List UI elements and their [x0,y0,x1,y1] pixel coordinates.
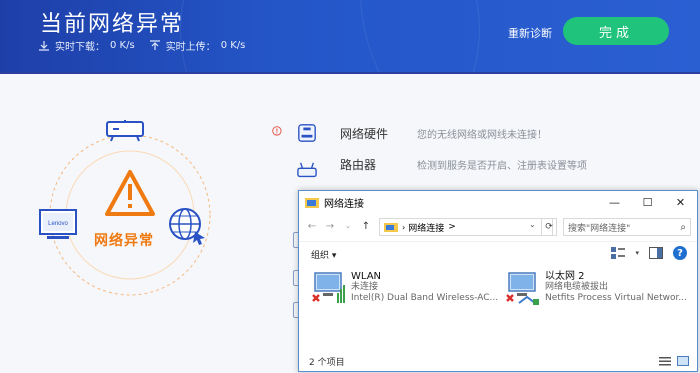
center-status-label: 网络异常 [94,233,154,249]
laptop-icon: Lenovo [39,209,77,239]
search-placeholder: 搜索"网络连接" [568,223,631,234]
connection-device: Intel(R) Dual Band Wireless-AC... [351,293,499,303]
upload-label: 实时上传： [165,42,216,53]
done-button[interactable]: 完成 [563,17,669,45]
view-controls: ▾ ? [611,246,687,260]
list-item[interactable]: WLAN 未连接 Intel(R) Dual Band Wireless-AC.… [311,271,498,307]
download-label: 实时下载： [55,42,105,53]
connection-status: 未连接 [351,282,379,292]
organize-menu[interactable]: 组织 ▾ [311,248,336,261]
error-icon [272,126,282,136]
check-name: 网络硬件 [340,126,389,141]
help-icon[interactable]: ? [673,246,687,260]
item-count: 2 个项目 [309,357,345,368]
address-row: ← → ⌄ ↑ › 网络连接 > ⌄ ⟳ 搜索"网络连接" ⌕ [299,215,697,237]
maximize-button[interactable]: ☐ [631,191,664,213]
svg-text:Lenovo: Lenovo [48,221,68,227]
upload-icon [149,39,160,50]
network-folder-icon [384,223,398,232]
search-icon: ⌕ [680,221,686,233]
breadcrumb-separator: › [402,222,406,232]
wlan-adapter-icon [311,271,347,307]
check-row-hardware: 网络硬件 您的无线网络或网线未连接！ [272,124,547,142]
network-connections-window: 网络连接 — ☐ ✕ ← → ⌄ ↑ › 网络连接 > ⌄ ⟳ 搜索"网络连接"… [298,190,698,372]
refresh-button[interactable]: ⟳ [541,218,557,236]
list-item[interactable]: 以太网 2 网络电缆被拔出 Netfits Process Virtual Ne… [505,271,687,307]
download-speed: 实时下载： 0 K/s [38,38,135,53]
connection-name: WLAN [351,271,382,282]
back-arrow-icon[interactable]: ← [303,221,321,232]
router-icon [106,120,144,142]
up-arrow-icon[interactable]: ↑ [357,221,375,232]
rediagnose-link[interactable]: 重新诊断 [508,25,552,41]
check-name: 路由器 [340,157,377,172]
connection-name: 以太网 2 [545,271,585,282]
item-text: WLAN 未连接 Intel(R) Dual Band Wireless-AC.… [351,271,498,307]
network-diagram: Lenovo [39,120,211,296]
item-text: 以太网 2 网络电缆被拔出 Netfits Process Virtual Ne… [545,271,687,307]
check-desc: 检测到服务是否开启、注册表设置等项 [417,160,587,172]
breadcrumb-separator: > [448,222,456,232]
hardware-icon [298,124,316,142]
globe-icon [169,208,205,245]
change-view-icon[interactable] [611,247,626,259]
speed-readout: 实时下载： 0 K/s 实时上传： 0 K/s [38,38,245,53]
minimize-button[interactable]: — [598,191,631,213]
address-dropdown-icon[interactable]: ⌄ [529,220,536,229]
warning-icon [105,170,155,216]
ethernet-adapter-icon [505,271,541,307]
app-header: 当前网络异常 实时下载： 0 K/s 实时上传： 0 K/s 重新诊断 完成 [0,0,700,74]
download-value: 0 K/s [110,40,135,51]
upload-value: 0 K/s [220,40,246,51]
address-bar[interactable]: › 网络连接 > [379,218,553,236]
download-icon [39,40,49,51]
check-desc: 您的无线网络或网线未连接！ [417,129,547,141]
history-dropdown-icon[interactable]: ⌄ [339,222,357,230]
details-view-icon[interactable] [659,356,671,366]
large-icons-view-icon[interactable] [677,356,689,366]
forward-arrow-icon[interactable]: → [321,221,339,232]
network-folder-icon [305,198,319,208]
command-bar: 组织 ▾ ▾ ? [299,241,697,263]
view-dropdown-icon[interactable]: ▾ [635,249,639,257]
page-title: 当前网络异常 [40,12,185,37]
connection-status: 网络电缆被拔出 [545,282,609,292]
status-bar: 2 个项目 [299,351,697,371]
connection-device: Netfits Process Virtual Networ... [545,293,687,303]
window-title: 网络连接 [324,198,364,210]
window-controls: — ☐ ✕ [598,191,697,213]
router-small-icon [297,162,317,178]
close-button[interactable]: ✕ [664,191,697,213]
status-view-icons [659,356,689,366]
preview-pane-icon[interactable] [649,247,663,259]
breadcrumb-item[interactable]: 网络连接 [408,221,444,234]
upload-speed: 实时上传： 0 K/s [149,38,246,53]
search-input[interactable]: 搜索"网络连接" ⌕ [563,218,691,236]
